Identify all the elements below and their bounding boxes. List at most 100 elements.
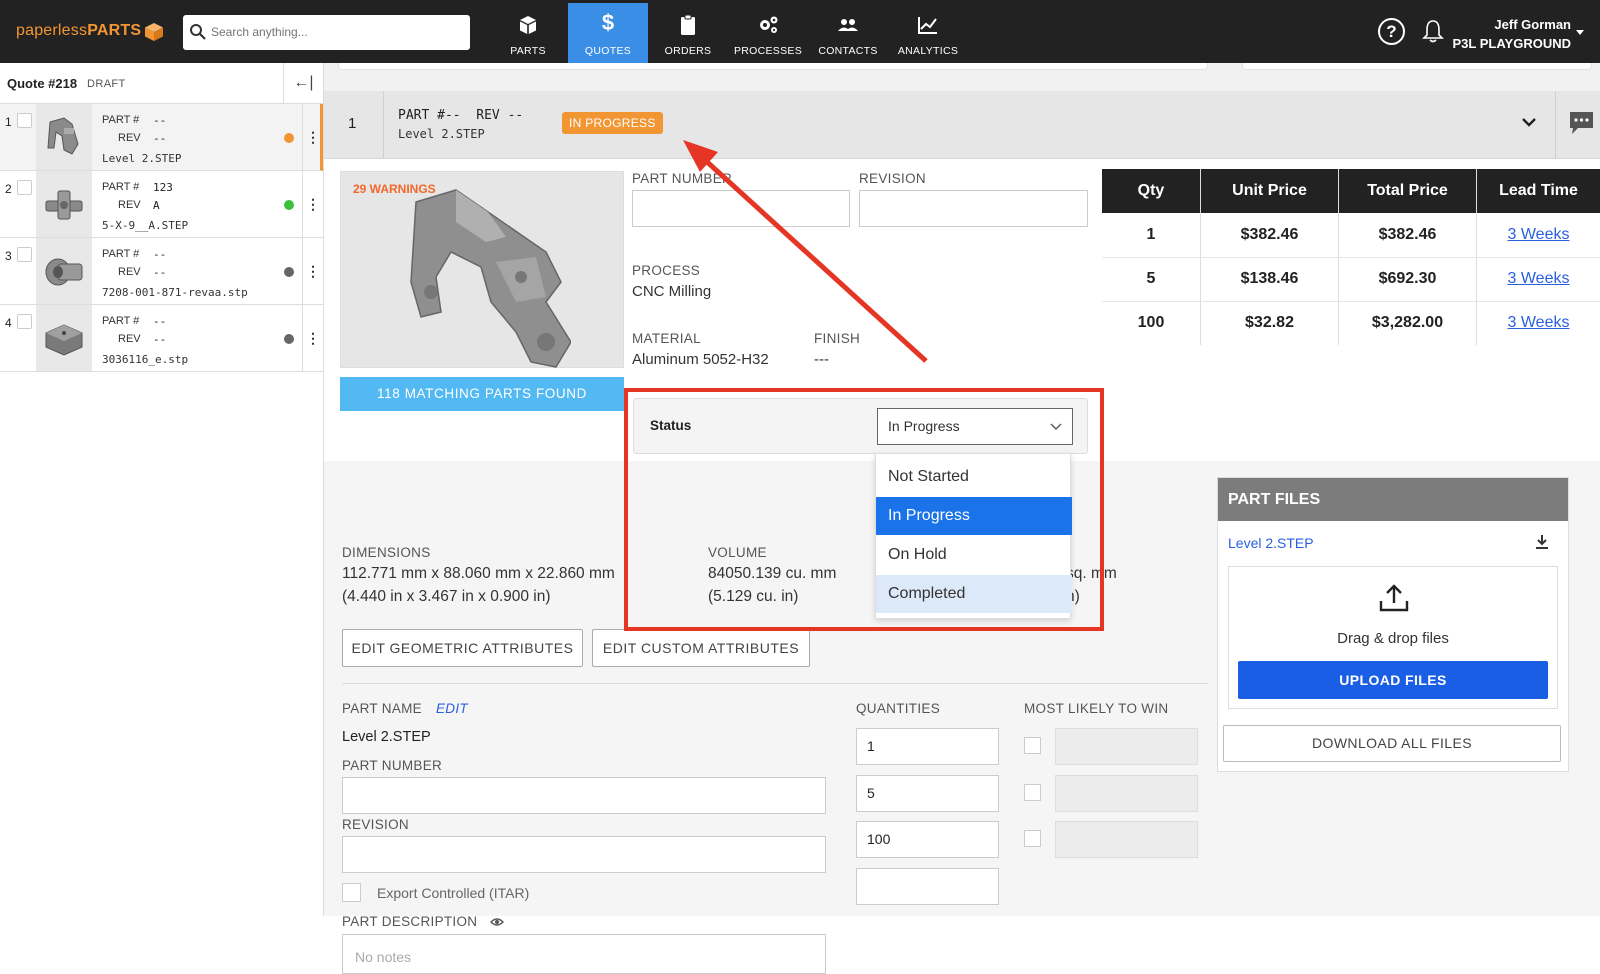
win-field	[1055, 728, 1198, 765]
main-content: 1 PART #-- REV -- Level 2.STEP IN PROGRE…	[324, 63, 1600, 974]
itar-checkbox[interactable]	[342, 883, 361, 902]
search-input[interactable]	[211, 23, 461, 41]
part-file-name: 5-X-9__A.STEP	[102, 219, 189, 232]
edit-geometric-attributes-button[interactable]: EDIT GEOMETRIC ATTRIBUTES	[342, 629, 583, 667]
part-header-file: Level 2.STEP	[398, 127, 485, 141]
nav-parts-label: PARTS	[510, 45, 546, 57]
lead-time-link[interactable]: 3 Weeks	[1477, 213, 1600, 257]
part-file-link[interactable]: Level 2.STEP	[1228, 535, 1314, 551]
quantity-input[interactable]: 1	[856, 728, 999, 765]
part-number-value: --	[153, 114, 167, 127]
part-description-input[interactable]: No notes	[342, 934, 826, 974]
warnings-label[interactable]: 29 WARNINGS	[353, 182, 436, 196]
search-box[interactable]	[183, 15, 470, 50]
part-index: 1	[5, 115, 12, 129]
file-dropzone[interactable]: Drag & drop files UPLOAD FILES	[1228, 566, 1558, 709]
part-header-number: 1	[348, 115, 357, 132]
part-menu-icon[interactable]: ⋮	[302, 305, 323, 371]
part-thumbnail	[36, 238, 92, 304]
edit-part-name-link[interactable]: EDIT	[436, 701, 468, 716]
quantity-input[interactable]: 5	[856, 775, 999, 812]
revision-form-input[interactable]	[342, 836, 826, 873]
nav-parts[interactable]: PARTS	[488, 3, 568, 63]
part-index: 2	[5, 182, 12, 196]
part-checkbox[interactable]	[17, 314, 32, 329]
collapse-sidebar-icon[interactable]: ←|	[283, 63, 323, 104]
nav-orders[interactable]: ORDERS	[648, 3, 728, 63]
dollar-icon: $	[601, 10, 615, 35]
quote-sidebar: Quote #218 DRAFT ←| 1 PART # -- REV -- L…	[0, 63, 324, 916]
part-list-item[interactable]: 4 PART # -- REV -- 3036116_e.stp ⋮	[0, 305, 323, 372]
nav-processes[interactable]: PROCESSES	[728, 3, 808, 63]
quantity-input[interactable]: 100	[856, 821, 999, 858]
part-checkbox[interactable]	[17, 113, 32, 128]
part-files-title: PART FILES	[1218, 478, 1568, 521]
caret-down-icon[interactable]	[1576, 30, 1584, 35]
nav-contacts[interactable]: CONTACTS	[808, 3, 888, 63]
status-dot	[284, 267, 294, 277]
part-number-label: PART #	[102, 114, 140, 126]
part-index: 3	[5, 249, 12, 263]
win-checkbox[interactable]	[1024, 784, 1041, 801]
part-file-name: 7208-001-871-revaa.stp	[102, 286, 248, 299]
logo-cube-icon	[145, 23, 163, 41]
top-strip	[324, 63, 1600, 91]
box-icon	[520, 16, 536, 34]
part-header-bar[interactable]: 1 PART #-- REV -- Level 2.STEP IN PROGRE…	[324, 91, 1600, 159]
win-checkbox[interactable]	[1024, 737, 1041, 754]
price-qty-cell: 5	[1146, 270, 1156, 287]
unit-price-cell: $32.82	[1245, 314, 1294, 331]
part-name-value: Level 2.STEP	[342, 729, 431, 745]
help-icon[interactable]: ?	[1378, 18, 1405, 45]
logo-text-light: paperless	[16, 22, 88, 39]
part-description-label: PART DESCRIPTION	[342, 914, 478, 929]
download-all-files-button[interactable]: DOWNLOAD ALL FILES	[1223, 725, 1561, 762]
lead-time-link[interactable]: 3 Weeks	[1477, 257, 1600, 301]
eye-icon[interactable]	[490, 917, 504, 927]
part-checkbox[interactable]	[17, 180, 32, 195]
win-field	[1055, 775, 1198, 812]
download-icon[interactable]	[1535, 534, 1549, 550]
win-checkbox[interactable]	[1024, 830, 1041, 847]
revision-input[interactable]	[859, 190, 1088, 227]
logo[interactable]: paperlessPARTS	[16, 22, 141, 40]
part-list-item[interactable]: 1 PART # -- REV -- Level 2.STEP ⋮	[0, 104, 323, 171]
nav-contacts-label: CONTACTS	[818, 45, 878, 57]
rev-label: REV	[118, 199, 141, 211]
quantity-input[interactable]	[856, 868, 999, 905]
nav-quotes-label: QUOTES	[584, 45, 632, 57]
part-menu-icon[interactable]: ⋮	[302, 104, 323, 170]
revision-form-label: REVISION	[342, 817, 409, 832]
nav-quotes[interactable]: $ QUOTES	[568, 3, 648, 63]
nav-analytics[interactable]: ANALYTICS	[888, 3, 968, 63]
matching-parts-button[interactable]: 118 MATCHING PARTS FOUND	[340, 377, 624, 411]
part-list-item[interactable]: 2 PART # 123 REV A 5-X-9__A.STEP ⋮	[0, 171, 323, 238]
part-number-form-input[interactable]	[342, 777, 826, 814]
process-value: CNC Milling	[632, 283, 712, 300]
process-label: PROCESS	[632, 263, 701, 278]
part-number-label: PART #	[102, 315, 140, 327]
nav-orders-label: ORDERS	[664, 45, 712, 57]
part-list-item[interactable]: 3 PART # -- REV -- 7208-001-871-revaa.st…	[0, 238, 323, 305]
comment-icon[interactable]	[1568, 110, 1595, 136]
part-number-input[interactable]	[632, 190, 850, 227]
part-menu-icon[interactable]: ⋮	[302, 171, 323, 237]
part-menu-icon[interactable]: ⋮	[302, 238, 323, 304]
user-menu[interactable]: Jeff Gorman P3L PLAYGROUND	[1440, 15, 1571, 53]
win-field	[1055, 821, 1198, 858]
part-number-value: --	[153, 248, 167, 261]
chevron-down-icon[interactable]	[1520, 113, 1538, 131]
status-dot	[284, 133, 294, 143]
upload-files-button[interactable]: UPLOAD FILES	[1238, 661, 1548, 699]
edit-custom-attributes-button[interactable]: EDIT CUSTOM ATTRIBUTES	[592, 629, 810, 667]
part-3d-preview[interactable]: 29 WARNINGS	[340, 171, 624, 368]
part-file-name: 3036116_e.stp	[102, 353, 189, 366]
part-file-name: Level 2.STEP	[102, 152, 182, 165]
col-unit-price-header: Unit Price	[1201, 169, 1338, 213]
quantities-label: QUANTITIES	[856, 701, 941, 716]
user-org: P3L PLAYGROUND	[1452, 36, 1571, 51]
part-index: 4	[5, 316, 12, 330]
part-checkbox[interactable]	[17, 247, 32, 262]
lead-time-link[interactable]: 3 Weeks	[1477, 301, 1600, 345]
status-badge: IN PROGRESS	[562, 112, 663, 134]
